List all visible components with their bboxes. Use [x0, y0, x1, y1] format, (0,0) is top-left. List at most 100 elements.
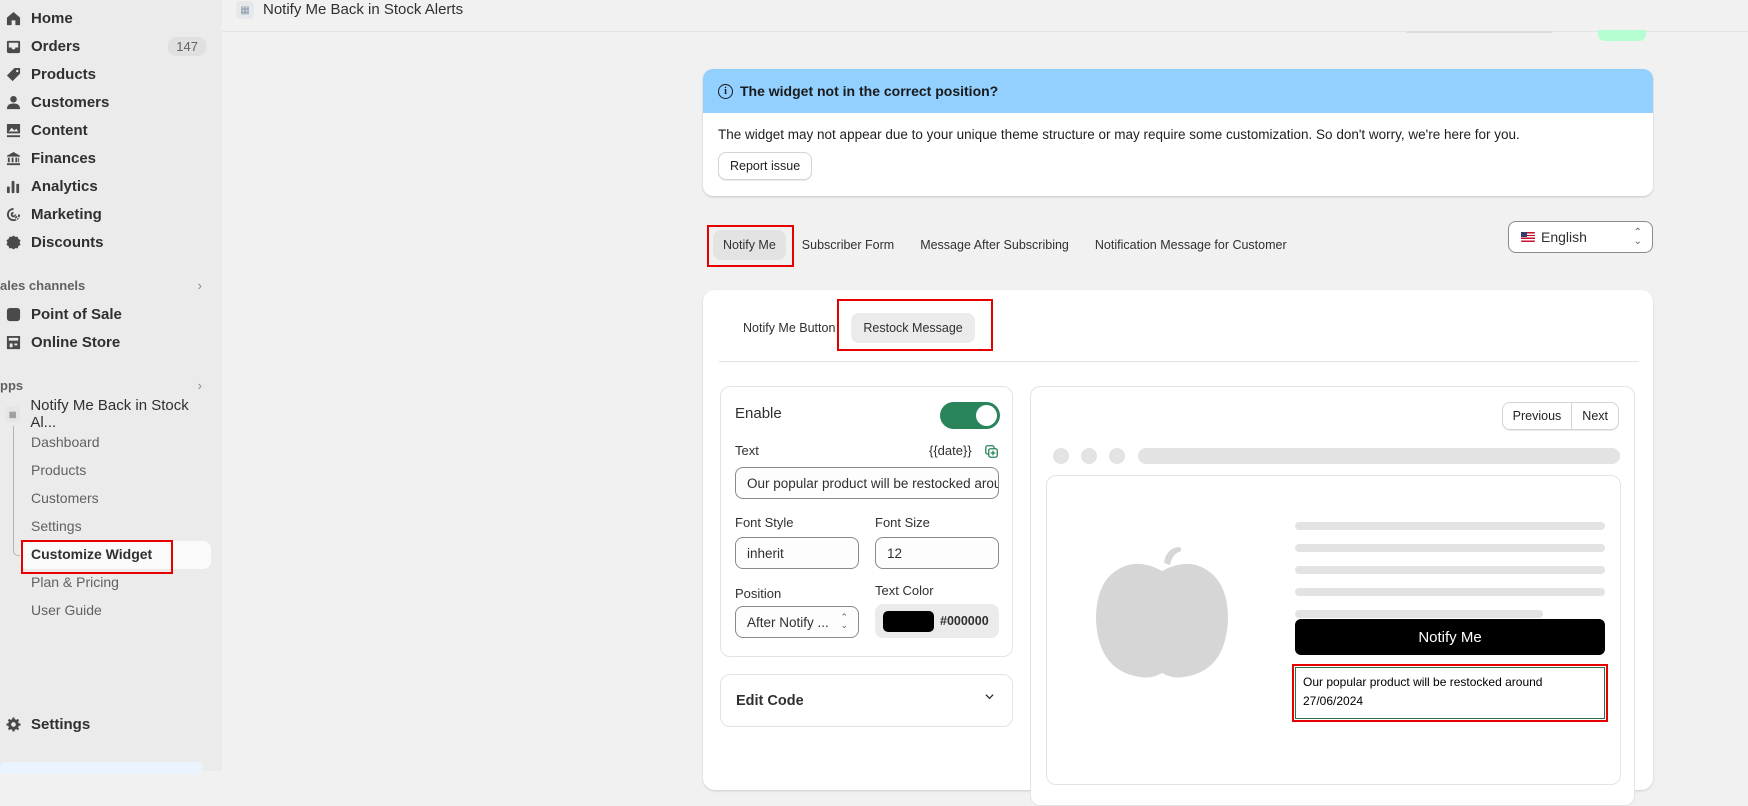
highlight-box [707, 225, 794, 267]
banner-message: The widget may not appear due to your un… [718, 127, 1520, 142]
sidebar-item-content[interactable]: Content [0, 116, 210, 144]
discount-icon [5, 234, 21, 250]
sidebar-item-label: Settings [31, 715, 91, 733]
info-banner: i The widget not in the correct position… [703, 69, 1653, 196]
language-value: English [1541, 229, 1587, 245]
sidebar-item-label: Online Store [31, 333, 121, 351]
highlight-box [1292, 664, 1608, 722]
pos-icon [5, 306, 21, 322]
sales-channels-header[interactable]: ales channels › [0, 278, 210, 293]
sidebar-item-orders[interactable]: Orders 147 [0, 32, 210, 60]
sidebar-item-app-notify-me[interactable]: ▦ Notify Me Back in Stock Al... [0, 397, 210, 431]
sidebar-item-marketing[interactable]: Marketing [0, 200, 210, 228]
sidebar: Home Orders 147 Products Customers Conte… [0, 0, 222, 774]
previous-button[interactable]: Previous [1503, 403, 1572, 429]
image-icon [5, 122, 21, 138]
sidebar-item-products[interactable]: Products [0, 60, 210, 88]
color-hex-value: #000000 [940, 614, 989, 628]
color-swatch[interactable] [883, 610, 934, 632]
sidebar-subitem-plan-pricing[interactable]: Plan & Pricing [31, 569, 119, 595]
skeleton-line [1295, 522, 1605, 530]
scrolled-element [1406, 31, 1552, 33]
sidebar-subitem-user-guide[interactable]: User Guide [31, 597, 102, 623]
window-dot [1053, 448, 1069, 464]
sidebar-item-discounts[interactable]: Discounts [0, 228, 210, 256]
sidebar-item-online-store[interactable]: Online Store [0, 328, 210, 356]
sidebar-item-label: Products [31, 65, 97, 83]
sidebar-subitem-settings[interactable]: Settings [31, 513, 82, 539]
app-icon: ▦ [5, 406, 21, 422]
home-icon [5, 10, 21, 26]
sidebar-item-label: Orders [31, 37, 81, 55]
window-dot [1109, 448, 1125, 464]
banner-title: The widget not in the correct position? [740, 83, 999, 99]
skeleton-line [1295, 544, 1605, 552]
sidebar-item-point-of-sale[interactable]: Point of Sale [0, 300, 210, 328]
sidebar-item-label: Point of Sale [31, 305, 122, 323]
skeleton-line [1295, 610, 1543, 618]
position-select[interactable]: After Notify ... ⌃ ⌄ [735, 606, 859, 638]
date-token[interactable]: {{date}} [929, 443, 972, 458]
app-icon: ▦ [236, 1, 254, 19]
font-style-label: Font Style [735, 515, 794, 530]
orders-count-badge: 147 [168, 36, 206, 56]
sidebar-item-home[interactable]: Home [0, 4, 210, 32]
sidebar-item-label: Analytics [31, 177, 98, 195]
preview-notify-me-button: Notify Me [1295, 619, 1605, 655]
chevron-right-icon: › [197, 378, 202, 393]
product-mockup: Notify Me Our popular product will be re… [1046, 475, 1621, 785]
banner-header: i The widget not in the correct position… [703, 69, 1653, 113]
sidebar-item-analytics[interactable]: Analytics [0, 172, 210, 200]
chevron-down-icon [985, 694, 994, 700]
sidebar-item-label: Finances [31, 149, 97, 167]
app-title-bar: ▦ Notify Me Back in Stock Alerts [222, 0, 1748, 32]
language-select[interactable]: English ⌃ ⌄ [1508, 221, 1653, 253]
enable-label: Enable [735, 405, 782, 422]
tab-notification-message[interactable]: Notification Message for Customer [1085, 230, 1297, 260]
apple-product-image [1096, 547, 1228, 678]
toggle-knob [976, 405, 997, 426]
apps-header[interactable]: pps › [0, 378, 210, 393]
widget-settings-card: Notify Me Button Restock Message Enable … [703, 290, 1653, 806]
person-icon [5, 94, 21, 110]
window-dot [1081, 448, 1097, 464]
store-icon [5, 334, 21, 350]
sidebar-item-finances[interactable]: Finances [0, 144, 210, 172]
font-size-input[interactable]: 12 [875, 537, 999, 569]
skeleton-line [1295, 588, 1605, 596]
sidebar-item-label: Notify Me Back in Stock Al... [30, 397, 189, 431]
next-button[interactable]: Next [1571, 403, 1618, 429]
inbox-icon [5, 38, 21, 54]
font-style-input[interactable]: inherit [735, 537, 859, 569]
sidebar-subitem-customers[interactable]: Customers [31, 485, 99, 511]
text-color-label: Text Color [875, 583, 934, 598]
restock-message-form: Enable Text {{date}} Our popular product… [720, 386, 1013, 657]
sidebar-item-customers[interactable]: Customers [0, 88, 210, 116]
divider [719, 361, 1639, 362]
insert-variable-icon[interactable] [985, 445, 998, 458]
subtab-notify-me-button[interactable]: Notify Me Button [731, 313, 847, 343]
tab-subscriber-form[interactable]: Subscriber Form [792, 230, 904, 260]
select-arrows-icon: ⌃ ⌄ [1633, 227, 1642, 247]
report-issue-button[interactable]: Report issue [718, 152, 813, 180]
font-size-label: Font Size [875, 515, 930, 530]
sidebar-item-label: Home [31, 9, 73, 27]
sidebar-item-settings[interactable]: Settings [0, 710, 210, 738]
edit-code-toggle[interactable]: Edit Code [720, 674, 1013, 727]
enable-toggle[interactable] [940, 402, 1000, 429]
sidebar-bottom-panel [0, 762, 203, 774]
position-label: Position [735, 586, 782, 601]
tab-message-after-subscribing[interactable]: Message After Subscribing [910, 230, 1079, 260]
text-color-picker[interactable]: #000000 [875, 604, 999, 638]
text-input[interactable]: Our popular product will be restocked ar… [735, 467, 999, 499]
browser-url-bar [1138, 448, 1620, 464]
sidebar-subitem-dashboard[interactable]: Dashboard [31, 429, 100, 455]
edit-code-label: Edit Code [736, 692, 804, 709]
sidebar-item-label: Customers [31, 93, 110, 111]
main-tabs: Notify Me Subscriber Form Message After … [713, 230, 1303, 260]
page-title: Notify Me Back in Stock Alerts [263, 1, 464, 18]
sidebar-subitem-products[interactable]: Products [31, 457, 86, 483]
select-arrows-icon: ⌃ ⌄ [840, 612, 848, 630]
text-label: Text [735, 443, 759, 458]
info-icon: i [718, 83, 733, 99]
